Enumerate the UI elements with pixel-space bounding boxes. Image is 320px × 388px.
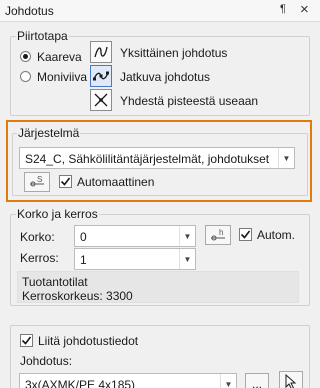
jatkuva-johdotus-label[interactable]: Jatkuva johdotus [120,70,210,84]
info-line2: Kerroskorkeus: 3300 [22,289,133,303]
svg-text:S: S [37,175,42,184]
yksittainen-johdotus-label[interactable]: Yksittäinen johdotus [120,46,227,60]
kerros-label: Kerros: [20,251,59,265]
moniviiva-label[interactable]: Moniviiva [37,70,87,84]
cursor-icon [285,374,297,388]
johdotus-value: 3x(AXMK/PE 4x185) [25,378,136,388]
jarjestelma-dropdown[interactable]: S24_C, Sähkölilitäntäjärjestelmät, johdo… [19,147,295,169]
yhdesta-pisteesta-label[interactable]: Yhdestä pisteestä useaan [120,94,258,108]
jatkuva-johdotus-button[interactable] [90,65,112,87]
close-icon[interactable]: × [300,1,309,18]
jarjestelma-legend: Järjestelmä [17,126,81,140]
continuous-wire-icon [93,71,109,81]
yhdesta-pisteesta-button[interactable] [90,89,112,111]
checkmark-icon [21,336,32,345]
height-pick-icon: h [211,228,225,241]
kerros-dropdown[interactable]: 1 ▼ [74,248,196,270]
korko-label: Korko: [20,230,55,244]
multi-point-wire-icon [94,93,108,107]
piirtotapa-legend: Piirtotapa [16,29,69,43]
system-icon: S [30,175,44,187]
automaattinen-checkbox[interactable] [59,175,72,188]
autom-label[interactable]: Autom. [257,228,295,242]
svg-text:h: h [219,228,223,237]
liita-label[interactable]: Liitä johdotustiedot [38,334,138,348]
moniviiva-radio[interactable] [20,71,31,82]
korko-value: 0 [80,230,87,244]
chevron-down-icon[interactable]: ▼ [220,374,236,388]
korko-kerros-legend: Korko ja kerros [16,207,99,221]
kerros-value: 1 [80,253,87,267]
info-line1: Tuotantotilat [22,275,88,289]
korko-pick-button[interactable]: h [205,225,231,245]
jarjestelma-value: S24_C, Sähkölilitäntäjärjestelmät, johdo… [25,152,270,166]
johdotus-pick-button[interactable] [279,371,303,388]
autom-checkbox[interactable] [239,228,252,241]
chevron-down-icon[interactable]: ▼ [278,148,294,168]
system-settings-button[interactable]: S [24,172,50,192]
automaattinen-label[interactable]: Automaattinen [77,175,154,189]
checkmark-icon [60,177,71,186]
chevron-down-icon[interactable]: ▼ [179,249,195,269]
korko-input[interactable]: 0 ▼ [74,225,196,247]
johdotus-browse-button[interactable]: ... [245,373,269,388]
yksittainen-johdotus-button[interactable] [90,41,112,63]
kaareva-radio[interactable] [20,51,31,62]
pin-icon[interactable]: ¶ [280,3,286,15]
kaareva-label[interactable]: Kaareva [37,50,82,64]
single-wire-icon [94,46,108,58]
liita-checkbox[interactable] [20,334,33,347]
window-title: Johdotus [5,4,54,18]
chevron-down-icon[interactable]: ▼ [179,226,195,246]
checkmark-icon [240,230,251,239]
johdotus-dropdown[interactable]: 3x(AXMK/PE 4x185) ▼ [19,373,237,388]
johdotus-label: Johdotus: [20,354,73,368]
title-bar: Johdotus ¶ × [0,0,320,22]
